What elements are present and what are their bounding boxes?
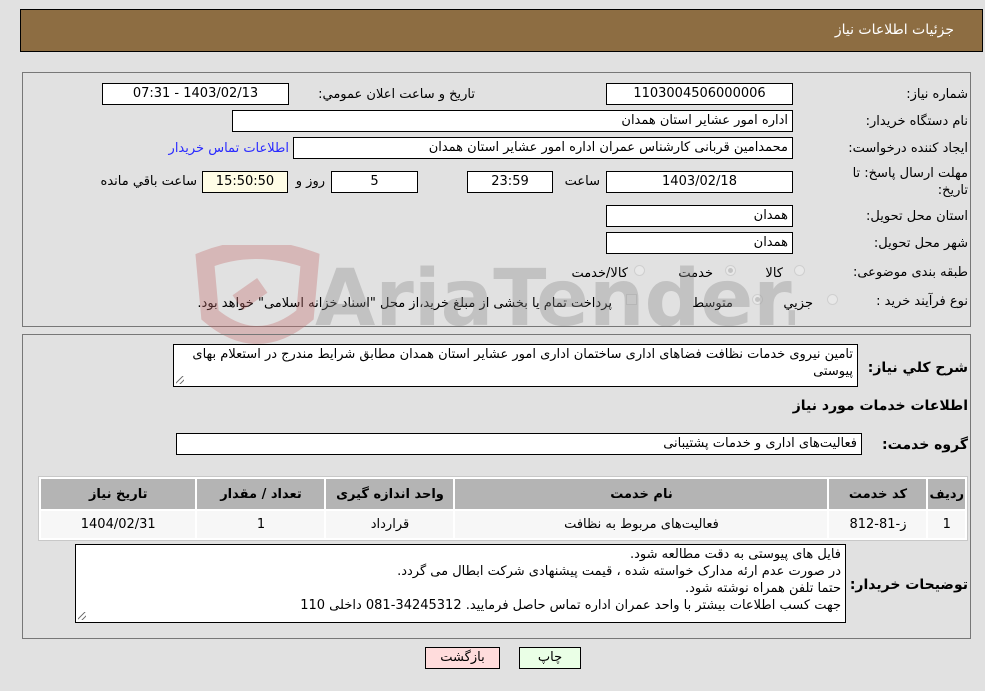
- deadline-time-field: 23:59: [467, 171, 553, 193]
- remaining-time-field: 15:50:50: [202, 171, 288, 193]
- creator-field: محمدامین قربانی کارشناس عمران اداره امور…: [293, 137, 793, 159]
- buyer-org-field: اداره امور عشایر استان همدان: [232, 110, 793, 132]
- deadline-date-field: 1403/02/18: [606, 171, 793, 193]
- category-radio-service[interactable]: [725, 265, 736, 276]
- page-header: جزئیات اطلاعات نیاز: [20, 9, 983, 52]
- buyer-contact-link[interactable]: اطلاعات تماس خریدار: [169, 141, 289, 156]
- services-section-title: اطلاعات خدمات مورد نیاز: [792, 398, 968, 414]
- service-group-field: فعالیت‌های اداری و خدمات پشتیبانی: [176, 433, 862, 455]
- col-quantity: تعداد / مقدار: [197, 479, 325, 509]
- description-textarea[interactable]: تامین نیروی خدمات نظافت فضاهای اداری ساخ…: [173, 344, 858, 387]
- process-radio-medium[interactable]: [752, 294, 763, 305]
- table-row: 1 ز-81-812 فعالیت‌های مربوط به نظافت قرا…: [41, 511, 965, 538]
- table-header-row: ردیف کد خدمت نام خدمت واحد اندازه گیری ت…: [41, 479, 965, 509]
- col-service-name: نام خدمت: [455, 479, 828, 509]
- buyer-org-label: نام دستگاه خریدار:: [865, 114, 968, 129]
- description-text: تامین نیروی خدمات نظافت فضاهای اداری ساخ…: [192, 347, 853, 379]
- days-label: روز و: [295, 174, 325, 189]
- col-need-date: تاریخ نیاز: [41, 479, 196, 509]
- category-radio-goods-service[interactable]: [634, 265, 645, 276]
- services-table: ردیف کد خدمت نام خدمت واحد اندازه گیری ت…: [38, 476, 968, 541]
- process-option-minor: جزيي: [783, 296, 813, 311]
- cell-need-date: 1404/02/31: [41, 511, 196, 538]
- col-service-code: کد خدمت: [829, 479, 927, 509]
- cell-quantity: 1: [197, 511, 325, 538]
- page-title: جزئیات اطلاعات نیاز: [834, 22, 954, 38]
- buyer-notes-label: توضیحات خریدار:: [849, 577, 968, 593]
- category-option-goods: کالا: [765, 266, 783, 281]
- process-radio-minor[interactable]: [827, 294, 838, 305]
- deadline-time-label: ساعت: [564, 174, 600, 189]
- creator-label: ایجاد کننده درخواست:: [848, 141, 968, 156]
- province-field: همدان: [606, 205, 793, 227]
- category-radio-goods[interactable]: [794, 265, 805, 276]
- resize-grip-icon[interactable]: [176, 376, 184, 384]
- back-button[interactable]: بازگشت: [425, 647, 500, 669]
- announce-date-label: تاریخ و ساعت اعلان عمومي:: [318, 87, 475, 102]
- deadline-label-line2: تاریخ:: [937, 183, 968, 198]
- resize-grip-icon[interactable]: [78, 612, 86, 620]
- description-label: شرح کلي نیاز:: [867, 360, 968, 376]
- treasury-checkbox[interactable]: [626, 294, 637, 305]
- buyer-notes-line: فایل های پیوستی به دقت مطالعه شود.: [629, 547, 841, 562]
- announce-date-field: 1403/02/13 - 07:31: [102, 83, 289, 105]
- buyer-notes-line: در صورت عدم ارئه مدارک خواسته شده ، قیمت…: [397, 564, 841, 579]
- process-option-medium: متوسط: [692, 296, 733, 311]
- days-remaining-field: 5: [331, 171, 418, 193]
- need-number-label: شماره نیاز:: [906, 87, 968, 102]
- category-option-goods-service: کالا/خدمت: [571, 266, 628, 281]
- buyer-notes-line: حتما تلفن همراه نوشته شود.: [685, 581, 841, 596]
- city-label: شهر محل تحویل:: [873, 236, 968, 251]
- need-number-field: 1103004506000006: [606, 83, 793, 105]
- city-field: همدان: [606, 232, 793, 254]
- process-type-label: نوع فرآیند خرید :: [876, 294, 968, 309]
- province-label: استان محل تحویل:: [866, 209, 968, 224]
- deadline-label: مهلت ارسال پاسخ: تا تاریخ:: [853, 165, 968, 199]
- print-button[interactable]: چاپ: [519, 647, 581, 669]
- remaining-time-label: ساعت باقي مانده: [100, 174, 197, 189]
- col-row-number: ردیف: [928, 479, 965, 509]
- buyer-notes-textarea[interactable]: فایل های پیوستی به دقت مطالعه شود. در صو…: [75, 544, 846, 623]
- category-label: طبقه بندی موضوعی:: [852, 265, 968, 280]
- cell-service-code: ز-81-812: [829, 511, 927, 538]
- cell-row-number: 1: [928, 511, 965, 538]
- deadline-label-line1: مهلت ارسال پاسخ: تا: [852, 166, 968, 181]
- cell-unit: قرارداد: [326, 511, 454, 538]
- col-unit: واحد اندازه گیری: [326, 479, 454, 509]
- cell-service-name: فعالیت‌های مربوط به نظافت: [455, 511, 828, 538]
- buyer-notes-line: جهت کسب اطلاعات بیشتر با واحد عمران ادار…: [300, 598, 841, 613]
- category-option-service: خدمت: [678, 266, 713, 281]
- service-group-label: گروه خدمت:: [882, 437, 968, 453]
- treasury-note: پرداخت تمام یا بخشی از مبلغ خرید،از محل …: [197, 296, 612, 311]
